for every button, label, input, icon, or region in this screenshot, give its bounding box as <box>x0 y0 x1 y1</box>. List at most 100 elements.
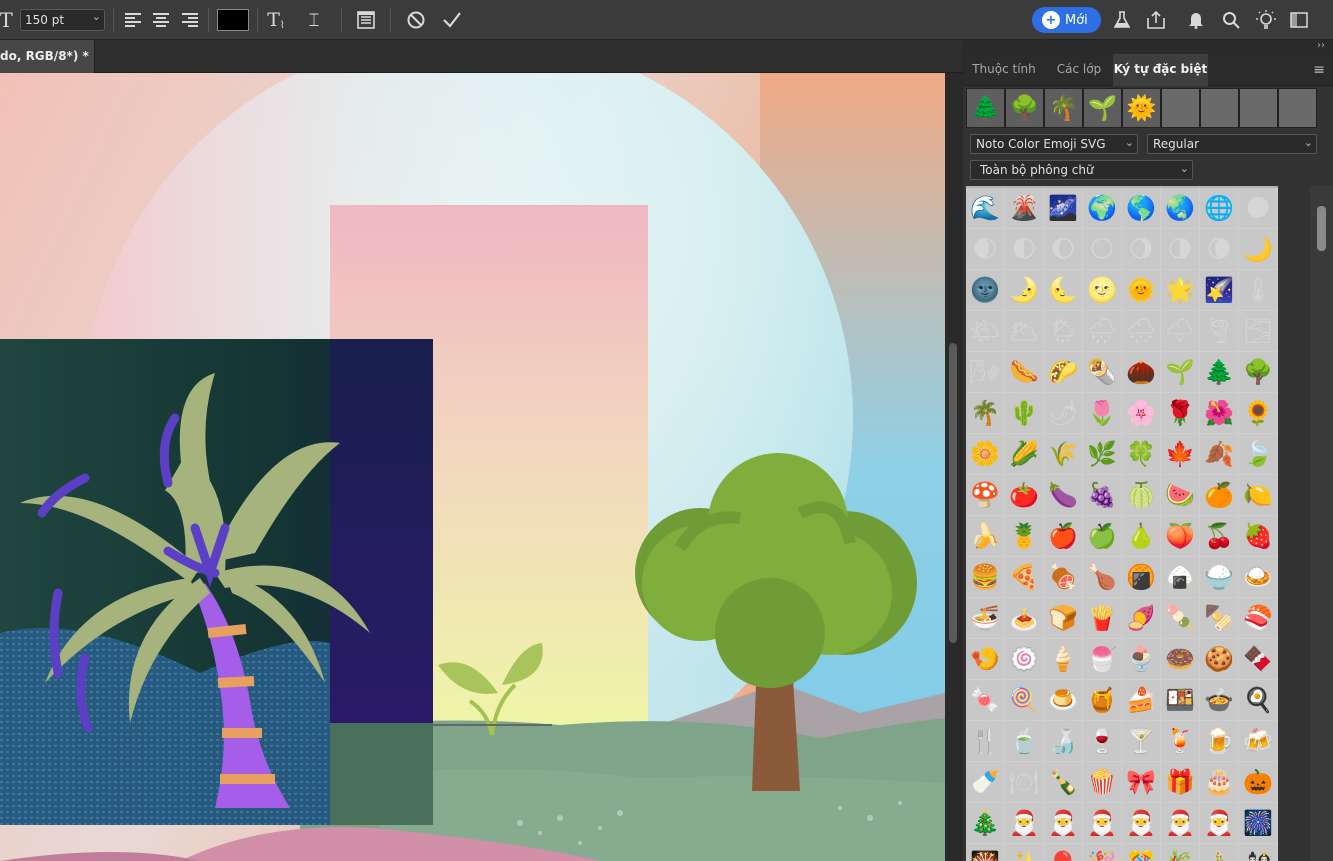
glyph-cell[interactable]: 🎇 <box>966 844 1005 861</box>
glyph-cell[interactable]: 🌜 <box>1044 270 1083 311</box>
glyph-cell[interactable]: 🌧 <box>1083 311 1122 352</box>
glyph-cell[interactable]: 🍵 <box>1005 721 1044 762</box>
glyph-cell[interactable]: 🍦 <box>1044 639 1083 680</box>
glyph-cell[interactable]: 🌛 <box>1005 270 1044 311</box>
glyph-cell[interactable]: 🍍 <box>1005 516 1044 557</box>
glyph-cell[interactable]: 🎅 <box>1122 803 1161 844</box>
document-title[interactable]: do, RGB/8*) * <box>0 49 89 63</box>
workspace-icon[interactable] <box>1287 8 1311 32</box>
glyph-cell[interactable]: 🍳 <box>1239 680 1278 721</box>
text-tool-icon[interactable]: T <box>0 8 18 32</box>
glyph-cell[interactable]: 🍏 <box>1083 516 1122 557</box>
glyph-cell[interactable]: 🍧 <box>1083 639 1122 680</box>
align-center-icon[interactable] <box>149 8 173 32</box>
glyph-cell[interactable]: 🌋 <box>1005 188 1044 229</box>
glyph-cell[interactable]: 🍙 <box>1161 557 1200 598</box>
glyph-cell[interactable]: 🍻 <box>1239 721 1278 762</box>
glyph-cell[interactable]: 🍥 <box>1005 639 1044 680</box>
glyph-cell[interactable]: 🍶 <box>1044 721 1083 762</box>
glyph-cell[interactable]: 🌡 <box>1239 270 1278 311</box>
glyph-cell[interactable]: 🌬 <box>966 352 1005 393</box>
chevron-down-icon[interactable]: ⌄ <box>1125 136 1134 149</box>
new-button[interactable]: + Mới <box>1032 7 1101 33</box>
text-on-path-icon[interactable]: ⌶ <box>302 8 326 32</box>
glyph-cell[interactable]: 🎂 <box>1200 762 1239 803</box>
font-style-select[interactable]: Regular ⌄ <box>1147 134 1317 154</box>
glyph-cell[interactable]: 🌾 <box>1044 434 1083 475</box>
glyph-cell[interactable]: 🎀 <box>1122 762 1161 803</box>
glyph-cell[interactable]: 🌺 <box>1200 393 1239 434</box>
glyph-cell[interactable]: 🍣 <box>1239 598 1278 639</box>
flask-icon[interactable] <box>1110 8 1134 32</box>
glyph-cell[interactable]: 🌭 <box>1005 352 1044 393</box>
glyph-cell[interactable]: 🍀 <box>1122 434 1161 475</box>
glyph-cell[interactable]: 🌘 <box>1200 229 1239 270</box>
glyph-cell[interactable]: 🍱 <box>1161 680 1200 721</box>
glyph-cell[interactable]: 🎅 <box>1083 803 1122 844</box>
glyph-cell[interactable]: 🌌 <box>1044 188 1083 229</box>
recent-glyph-cell[interactable] <box>1239 88 1278 128</box>
glyph-cell[interactable]: 🍊 <box>1200 475 1239 516</box>
glyph-cell[interactable]: 🌪 <box>1200 311 1239 352</box>
recent-glyph-cell[interactable]: 🌞 <box>1122 88 1161 128</box>
glyph-cell[interactable]: 🍓 <box>1239 516 1278 557</box>
glyph-cell[interactable]: 🌳 <box>1239 352 1278 393</box>
glyph-cell[interactable]: 🌎 <box>1122 188 1161 229</box>
glyph-cell[interactable]: 🍌 <box>966 516 1005 557</box>
glyph-cell[interactable]: 🍈 <box>1122 475 1161 516</box>
glyph-cell[interactable]: 🌷 <box>1083 393 1122 434</box>
glyph-cell[interactable]: 🍂 <box>1200 434 1239 475</box>
glyph-cell[interactable]: 🍢 <box>1200 598 1239 639</box>
glyph-cell[interactable]: 🌶 <box>1044 393 1083 434</box>
panel-menu-icon[interactable]: ≡ <box>1313 62 1325 78</box>
glyph-cell[interactable]: 🌠 <box>1200 270 1239 311</box>
canvas-scrollbar[interactable] <box>945 73 963 861</box>
lightbulb-icon[interactable] <box>1254 8 1278 32</box>
glyph-cell[interactable]: 🌐 <box>1200 188 1239 229</box>
glyph-cell[interactable]: 🌮 <box>1044 352 1083 393</box>
glyph-cell[interactable]: 🎍 <box>1200 844 1239 861</box>
glyph-cell[interactable]: 🍎 <box>1044 516 1083 557</box>
glyph-cell[interactable]: 🍮 <box>1044 680 1083 721</box>
glyph-cell[interactable]: 🌵 <box>1005 393 1044 434</box>
glyph-cell[interactable]: 🍸 <box>1122 721 1161 762</box>
glyph-cell[interactable]: 🍴 <box>966 721 1005 762</box>
bell-icon[interactable] <box>1184 8 1208 32</box>
glyph-cell[interactable]: 🍅 <box>1005 475 1044 516</box>
glyph-cell[interactable]: 🍟 <box>1083 598 1122 639</box>
glyph-cell[interactable]: 🎅 <box>1044 803 1083 844</box>
glyph-cell[interactable]: 🎅 <box>1005 803 1044 844</box>
scrollbar-thumb[interactable] <box>1317 206 1326 251</box>
glyph-cell[interactable]: 🌽 <box>1005 434 1044 475</box>
recent-glyph-cell[interactable] <box>1278 88 1317 128</box>
glyph-cell[interactable]: 🌸 <box>1122 393 1161 434</box>
glyph-cell[interactable]: 🌏 <box>1161 188 1200 229</box>
glyph-cell[interactable]: 🌒 <box>966 229 1005 270</box>
glyph-cell[interactable]: 🌚 <box>966 270 1005 311</box>
chevron-down-icon[interactable]: ⌄ <box>92 10 101 23</box>
glyph-cell[interactable]: 🎅 <box>1161 803 1200 844</box>
tab-layers[interactable]: Các lớp <box>1045 54 1113 86</box>
glyph-cell[interactable]: 🍝 <box>1005 598 1044 639</box>
glyph-cell[interactable]: 🍜 <box>966 598 1005 639</box>
glyph-cell[interactable]: 🎄 <box>966 803 1005 844</box>
glyph-cell[interactable]: 🌱 <box>1161 352 1200 393</box>
font-style-value[interactable]: Regular <box>1153 137 1199 151</box>
glyph-cell[interactable]: 🍘 <box>1122 557 1161 598</box>
glyph-cell[interactable]: 🍛 <box>1239 557 1278 598</box>
glyph-cell[interactable]: 🍇 <box>1083 475 1122 516</box>
glyph-cell[interactable]: 🍽 <box>1005 762 1044 803</box>
glyph-cell[interactable]: 🌲 <box>1200 352 1239 393</box>
glyph-cell[interactable]: 🌿 <box>1083 434 1122 475</box>
glyph-cell[interactable]: 🍁 <box>1161 434 1200 475</box>
glyph-cell[interactable]: 🌻 <box>1239 393 1278 434</box>
glyph-cell[interactable]: 🍠 <box>1122 598 1161 639</box>
glyph-cell[interactable]: 🌴 <box>966 393 1005 434</box>
font-family-value[interactable]: Noto Color Emoji SVG <box>976 137 1106 151</box>
glyph-cell[interactable]: 🌑 <box>1239 188 1278 229</box>
glyph-cell[interactable]: 🌫 <box>1239 311 1278 352</box>
glyph-cell[interactable]: 🌩 <box>1161 311 1200 352</box>
glyph-cell[interactable]: 🎁 <box>1161 762 1200 803</box>
glyph-cell[interactable]: 🌝 <box>1083 270 1122 311</box>
glyph-cell[interactable]: 🍐 <box>1122 516 1161 557</box>
